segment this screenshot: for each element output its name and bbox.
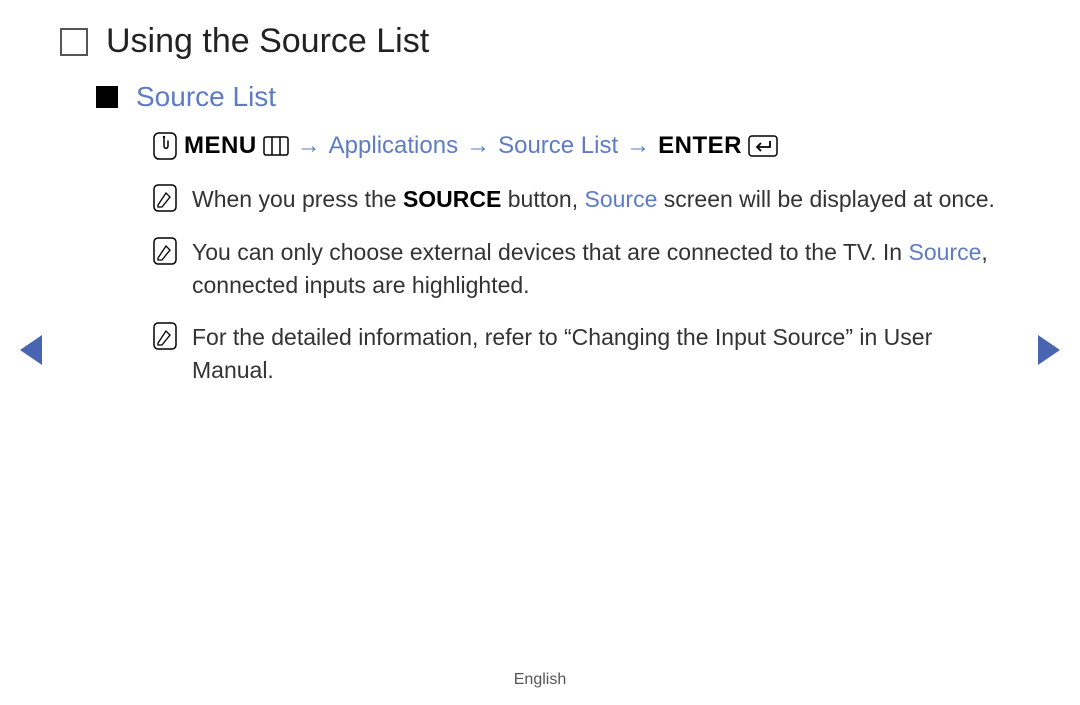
enter-icon <box>748 135 778 157</box>
nav-step-source-list: Source List <box>498 132 618 160</box>
note-icon <box>152 183 178 218</box>
section-title-row: Using the Source List <box>60 22 1020 61</box>
note-text: When you press the SOURCE button, Source… <box>192 183 1012 216</box>
note-row: For the detailed information, refer to “… <box>152 321 1020 388</box>
prev-page-button[interactable] <box>20 335 42 365</box>
next-page-button[interactable] <box>1038 335 1060 365</box>
subtitle: Source List <box>136 81 276 113</box>
menu-label: MENU <box>184 132 257 160</box>
text-link: Source <box>908 239 981 265</box>
content-area: MENU → Applications → Source List → ENTE… <box>152 131 1020 387</box>
subtitle-row: Source List <box>96 81 1020 113</box>
arrow-icon: → <box>466 132 490 160</box>
footer-language: English <box>0 671 1080 689</box>
note-row: You can only choose external devices tha… <box>152 236 1020 303</box>
section-bullet-icon <box>60 28 88 56</box>
text: When you press the <box>192 186 403 212</box>
nav-step-applications: Applications <box>329 132 458 160</box>
note-icon <box>152 321 178 356</box>
manual-page: Using the Source List Source List MENU <box>0 0 1080 387</box>
text: For the detailed information, refer to “… <box>192 324 932 383</box>
remote-icon <box>152 131 178 161</box>
text: screen will be displayed at once. <box>657 186 995 212</box>
menu-icon <box>263 136 289 156</box>
note-text: You can only choose external devices tha… <box>192 236 1012 303</box>
arrow-icon: → <box>626 132 650 160</box>
note-icon <box>152 236 178 271</box>
text-link: Source <box>584 186 657 212</box>
text: You can only choose external devices tha… <box>192 239 908 265</box>
section-title: Using the Source List <box>106 22 429 61</box>
text-bold: SOURCE <box>403 186 501 212</box>
navigation-path: MENU → Applications → Source List → ENTE… <box>152 131 1020 161</box>
note-row: When you press the SOURCE button, Source… <box>152 183 1020 218</box>
arrow-icon: → <box>297 132 321 160</box>
subtitle-bullet-icon <box>96 86 118 108</box>
note-text: For the detailed information, refer to “… <box>192 321 1012 388</box>
enter-label: ENTER <box>658 132 742 160</box>
text: button, <box>501 186 584 212</box>
